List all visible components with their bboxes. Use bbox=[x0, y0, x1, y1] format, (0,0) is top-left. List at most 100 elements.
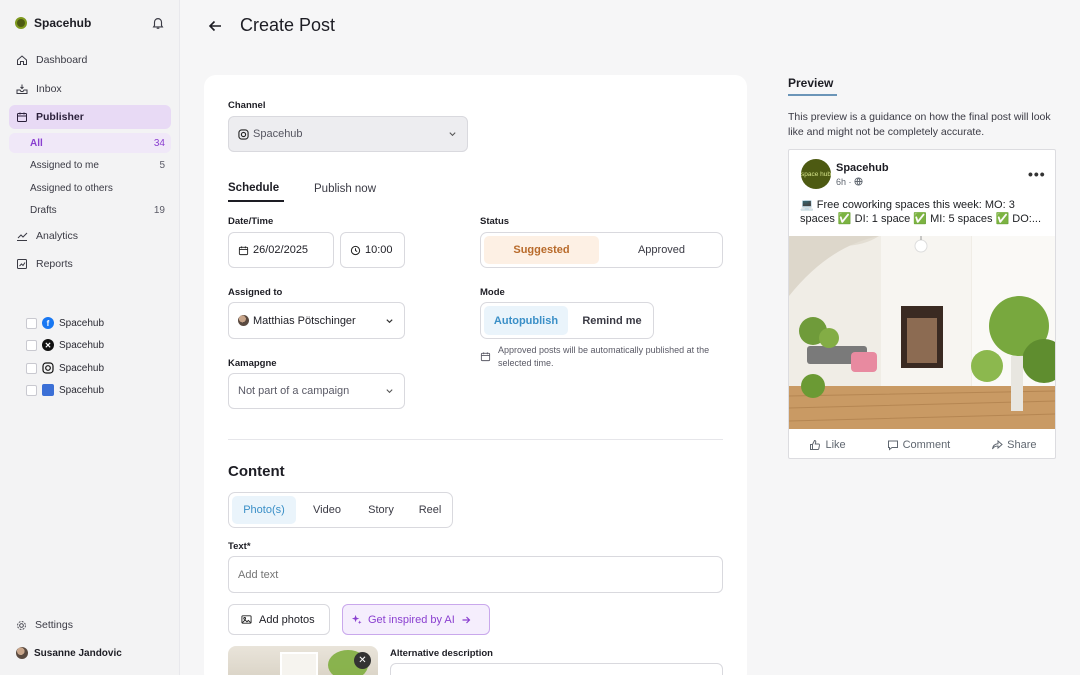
status-suggested[interactable]: Suggested bbox=[484, 236, 599, 264]
status-label: Status bbox=[480, 216, 510, 227]
analytics-icon bbox=[17, 232, 28, 241]
inbox-icon bbox=[16, 84, 28, 94]
preview-tab-underline bbox=[788, 94, 837, 96]
checkbox[interactable] bbox=[26, 317, 37, 329]
post-image bbox=[789, 236, 1055, 429]
tab-story[interactable]: Story bbox=[357, 496, 405, 524]
post-text: 💻 Free coworking spaces this week: MO: 3… bbox=[800, 199, 1042, 225]
sub-item-label: All bbox=[30, 137, 43, 149]
nav-publisher[interactable]: Publisher bbox=[9, 105, 171, 129]
remove-photo-icon[interactable]: ✕ bbox=[354, 652, 371, 669]
back-arrow-icon[interactable] bbox=[207, 18, 223, 34]
tab-schedule[interactable]: Schedule bbox=[228, 182, 279, 194]
nav-analytics-label: Analytics bbox=[36, 230, 79, 242]
status-approved[interactable]: Approved bbox=[603, 236, 720, 264]
preview-tab[interactable]: Preview bbox=[788, 76, 833, 90]
avatar bbox=[16, 647, 28, 659]
add-photos-label: Add photos bbox=[259, 613, 315, 626]
mode-remind-me[interactable]: Remind me bbox=[572, 306, 652, 335]
tab-video[interactable]: Video bbox=[301, 496, 353, 524]
channel-filter-facebook[interactable]: f Spacehub bbox=[26, 317, 104, 329]
post-avatar-logo: space hub bbox=[801, 159, 831, 189]
channel-label: Spacehub bbox=[59, 317, 105, 329]
channel-select[interactable]: Spacehub bbox=[228, 116, 468, 152]
assigned-label: Assigned to bbox=[228, 287, 283, 298]
text-label: Text* bbox=[228, 541, 251, 552]
nav-reports[interactable]: Reports bbox=[9, 252, 171, 276]
brand[interactable]: Spacehub bbox=[15, 16, 91, 30]
tab-publish-now[interactable]: Publish now bbox=[314, 183, 376, 195]
sub-item-assigned-to-others[interactable]: Assigned to others bbox=[9, 178, 171, 198]
calendar-icon bbox=[480, 352, 491, 362]
sub-item-assigned-to-me[interactable]: Assigned to me 5 bbox=[9, 155, 171, 175]
content-type-tabs: Photo(s) Video Story Reel bbox=[228, 492, 453, 528]
home-icon bbox=[17, 55, 27, 65]
assignee-value: Matthias Pötschinger bbox=[253, 314, 356, 327]
nav-settings[interactable]: Settings bbox=[16, 619, 73, 631]
campaign-label: Kamapgne bbox=[228, 358, 277, 369]
more-options-icon[interactable]: ••• bbox=[1028, 166, 1046, 182]
tab-reel[interactable]: Reel bbox=[409, 496, 451, 524]
sub-item-all[interactable]: All 34 bbox=[9, 133, 171, 153]
assignee-select[interactable]: Matthias Pötschinger bbox=[228, 302, 405, 339]
reports-icon bbox=[17, 259, 27, 269]
like-action[interactable]: Like bbox=[809, 439, 846, 451]
checkbox[interactable] bbox=[26, 362, 37, 374]
sub-item-label: Assigned to me bbox=[30, 159, 99, 171]
facebook-icon: f bbox=[42, 317, 54, 329]
sub-item-label: Assigned to others bbox=[30, 182, 113, 194]
post-text-input[interactable] bbox=[228, 556, 723, 593]
mode-autopublish[interactable]: Autopublish bbox=[484, 306, 568, 335]
channel-value: Spacehub bbox=[253, 128, 303, 140]
checkbox[interactable] bbox=[26, 339, 37, 351]
comment-icon bbox=[887, 440, 898, 451]
channel-filter-google-business[interactable]: Spacehub bbox=[26, 384, 104, 396]
ai-inspire-label: Get inspired by AI bbox=[368, 613, 455, 626]
date-field[interactable]: 26/02/2025 bbox=[228, 232, 334, 268]
alt-description-input[interactable] bbox=[390, 663, 723, 675]
sub-item-drafts[interactable]: Drafts 19 bbox=[9, 200, 171, 220]
clock-icon bbox=[350, 245, 361, 255]
post-actions: Like Comment Share bbox=[789, 435, 1055, 455]
instagram-icon bbox=[42, 362, 54, 374]
uploaded-photo-thumbnail[interactable]: ✕ bbox=[228, 646, 378, 675]
thumbnail-doorway bbox=[280, 652, 318, 675]
user-profile[interactable]: Susanne Jandovic bbox=[16, 647, 122, 659]
globe-icon bbox=[854, 177, 863, 186]
channel-label: Channel bbox=[228, 100, 266, 111]
divider bbox=[228, 439, 723, 440]
post-preview: space hub Spacehub 6h · ••• 💻 Free cowor… bbox=[788, 149, 1056, 459]
page-title: Create Post bbox=[240, 15, 336, 35]
brand-name: Spacehub bbox=[34, 16, 92, 30]
instagram-icon bbox=[238, 128, 249, 140]
preview-note: This preview is a guidance on how the fi… bbox=[788, 111, 1051, 138]
nav-inbox[interactable]: Inbox bbox=[9, 77, 171, 101]
channel-filter-x[interactable]: ✕ Spacehub bbox=[26, 339, 104, 351]
nav-dashboard[interactable]: Dashboard bbox=[9, 48, 171, 72]
calendar-icon bbox=[238, 245, 249, 255]
post-meta: 6h · bbox=[836, 177, 863, 187]
share-action[interactable]: Share bbox=[991, 439, 1037, 451]
ai-inspire-button[interactable]: Get inspired by AI bbox=[342, 604, 490, 635]
sub-item-count: 34 bbox=[153, 137, 165, 149]
nav-publisher-label: Publisher bbox=[36, 111, 84, 123]
bell-icon[interactable] bbox=[151, 16, 165, 30]
campaign-value: Not part of a campaign bbox=[238, 385, 350, 397]
chevron-down-icon bbox=[449, 132, 456, 137]
sidebar: Spacehub Dashboard Inbox Publisher All 3… bbox=[0, 0, 180, 675]
nav-analytics[interactable]: Analytics bbox=[9, 224, 171, 248]
image-icon bbox=[241, 615, 252, 624]
comment-action[interactable]: Comment bbox=[887, 439, 950, 451]
sparkle-icon bbox=[351, 614, 362, 625]
thumbs-up-icon bbox=[810, 439, 821, 450]
channel-filter-instagram[interactable]: Spacehub bbox=[26, 362, 104, 374]
datetime-label: Date/Time bbox=[228, 216, 274, 227]
checkbox[interactable] bbox=[26, 384, 37, 396]
add-photos-button[interactable]: Add photos bbox=[228, 604, 330, 635]
share-label: Share bbox=[1007, 439, 1037, 451]
campaign-select[interactable]: Not part of a campaign bbox=[228, 373, 405, 409]
tab-photos[interactable]: Photo(s) bbox=[232, 496, 296, 524]
calendar-icon bbox=[17, 112, 27, 122]
nav-reports-label: Reports bbox=[36, 258, 73, 270]
time-field[interactable]: 10:00 bbox=[340, 232, 405, 268]
